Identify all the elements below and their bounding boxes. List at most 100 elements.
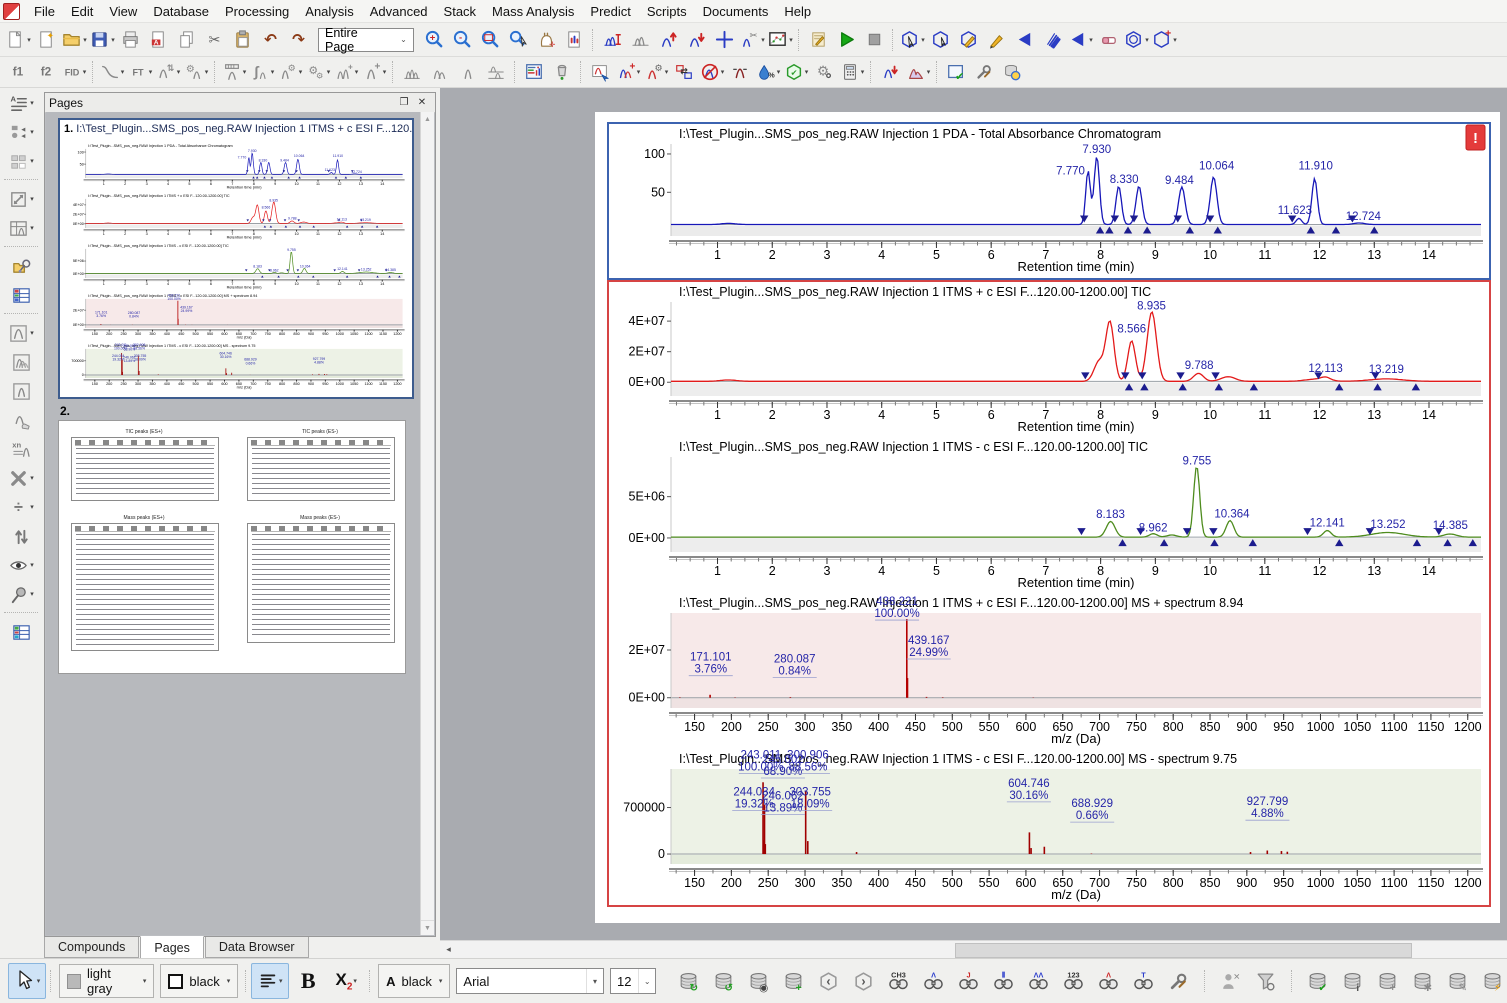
- peak-window-button[interactable]: ▾: [3, 319, 39, 347]
- divide-spectra-button[interactable]: ÷▾: [3, 493, 39, 521]
- stop-macro-button[interactable]: [860, 25, 888, 55]
- search-data-button[interactable]: [3, 252, 39, 280]
- menu-item-file[interactable]: File: [26, 1, 63, 22]
- font-color-dropdown[interactable]: A black ▾: [378, 964, 450, 998]
- search-text-button[interactable]: T: [1130, 967, 1158, 995]
- chart-ms-pos[interactable]: I:\Test_Plugin...SMS_pos_neg.RAW Injecti…: [609, 593, 1489, 748]
- open-button[interactable]: ▾: [60, 25, 88, 55]
- db-edit-button[interactable]: ✎: [1444, 967, 1472, 995]
- export-pdf-button[interactable]: A: [144, 25, 172, 55]
- report-window-button[interactable]: [520, 58, 548, 86]
- select-structure-button[interactable]: ▾: [898, 25, 926, 55]
- trace-options-button[interactable]: ⚙▾: [642, 58, 670, 86]
- view-zoom-select[interactable]: Entire Page⌄: [318, 28, 414, 52]
- overlay-plots-button[interactable]: [426, 58, 454, 86]
- search-numbers-button[interactable]: 123: [1060, 967, 1088, 995]
- font-size-select[interactable]: 12 ⌄: [610, 968, 656, 994]
- db-verify-button[interactable]: ✔: [1304, 967, 1332, 995]
- undo-button[interactable]: ↶: [256, 25, 284, 55]
- db-view-button[interactable]: ◉: [745, 967, 773, 995]
- fit-zoom-button[interactable]: ▾: [3, 185, 39, 213]
- verify-peaks-button[interactable]: [876, 58, 904, 86]
- chart-tic-pos[interactable]: I:\Test_Plugin...SMS_pos_neg.RAW Injecti…: [609, 282, 1489, 436]
- bond-tools-button[interactable]: ▾: [1066, 25, 1094, 55]
- zoom-region-button[interactable]: [476, 25, 504, 55]
- paste-button[interactable]: [228, 25, 256, 55]
- validate-window-button[interactable]: ✔: [942, 58, 970, 86]
- erase-structure-button[interactable]: [1094, 25, 1122, 55]
- search-sticks-button[interactable]: ⫴: [990, 967, 1018, 995]
- apply-template-button[interactable]: [548, 58, 576, 86]
- area-histogram-button[interactable]: ▾: [904, 58, 932, 86]
- new-from-template-button[interactable]: ✦: [32, 25, 60, 55]
- pages-scrollbar[interactable]: ▲ ▼: [420, 112, 434, 935]
- db-append-button[interactable]: +: [780, 967, 808, 995]
- single-plot-button[interactable]: [454, 58, 482, 86]
- component-search-button[interactable]: ⚙: [810, 58, 838, 86]
- db-export-button[interactable]: ↺: [710, 967, 738, 995]
- db-import-button[interactable]: ↻: [675, 967, 703, 995]
- single-peak-button[interactable]: [3, 377, 39, 405]
- cut-ranges-button[interactable]: ✂▾: [738, 25, 766, 55]
- expand-peak-button[interactable]: [654, 25, 682, 55]
- peak-width-button[interactable]: [726, 58, 754, 86]
- chart-pda[interactable]: I:\Test_Plugin...SMS_pos_neg.RAW Injecti…: [609, 124, 1489, 276]
- pan-hand-button[interactable]: ✛: [532, 25, 560, 55]
- benzene-ring-button[interactable]: ▾: [1122, 25, 1150, 55]
- search-j-button[interactable]: J: [955, 967, 983, 995]
- line-color-dropdown[interactable]: black ▾: [160, 964, 238, 998]
- f1-button[interactable]: f1: [4, 58, 32, 86]
- menu-item-scripts[interactable]: Scripts: [639, 1, 695, 22]
- document-page[interactable]: I:\Test_Plugin...SMS_pos_neg.RAW Injecti…: [595, 112, 1500, 923]
- quantitation-button[interactable]: %▾: [754, 58, 782, 86]
- user-cancel-button[interactable]: ✕: [1217, 967, 1245, 995]
- page-thumbnail-2[interactable]: TIC peaks (ES+)TIC peaks (ES-)Mass peaks…: [58, 420, 406, 674]
- scroll-left-icon[interactable]: ◂: [440, 941, 457, 958]
- multiply-spectra-button[interactable]: xn: [3, 435, 39, 463]
- select-tool-button[interactable]: ▾: [8, 963, 46, 999]
- stacked-peaks-button[interactable]: [3, 348, 39, 376]
- peak-matching-button[interactable]: +▾: [332, 58, 360, 86]
- delete-object-button[interactable]: ▾: [3, 464, 39, 492]
- select-atoms-button[interactable]: [926, 25, 954, 55]
- scroll-down-icon[interactable]: ▼: [421, 920, 434, 935]
- db-duplicate-button[interactable]: ✱: [1409, 967, 1437, 995]
- table-layout-button[interactable]: ▾: [3, 214, 39, 242]
- stack-plots-button[interactable]: [398, 58, 426, 86]
- fourier-transform-button[interactable]: FT▾: [126, 58, 154, 86]
- new-document-button[interactable]: ▾: [4, 25, 32, 55]
- search-curve-button[interactable]: Λ: [920, 967, 948, 995]
- page-preview-button[interactable]: [560, 25, 588, 55]
- visibility-button[interactable]: ▾: [3, 551, 39, 579]
- swap-view-button[interactable]: ⇄: [670, 58, 698, 86]
- compound-table-button[interactable]: [3, 618, 39, 646]
- app-icon[interactable]: [3, 3, 20, 20]
- chart-tic-neg[interactable]: I:\Test_Plugin...SMS_pos_neg.RAW Injecti…: [609, 437, 1489, 592]
- horizontal-scrollbar[interactable]: ◂: [440, 940, 1507, 958]
- scroll-up-icon[interactable]: ▲: [421, 112, 434, 126]
- crosshair-tracking-button[interactable]: [710, 25, 738, 55]
- align-objects-button[interactable]: ◄◄▾: [3, 118, 39, 146]
- reference-ruler-button[interactable]: ▾: [220, 58, 248, 86]
- db-flash-button[interactable]: ⚡: [1479, 967, 1507, 995]
- save-button[interactable]: ▾: [88, 25, 116, 55]
- scrollbar-thumb[interactable]: [955, 943, 1412, 958]
- db-new-record-button[interactable]: +: [1374, 967, 1402, 995]
- tab-data-browser[interactable]: Data Browser: [205, 937, 309, 958]
- zoom-out-button[interactable]: -: [448, 25, 476, 55]
- search-trace-button[interactable]: Λ: [1095, 967, 1123, 995]
- search-formula-button[interactable]: CH3: [885, 967, 913, 995]
- options-tools-button[interactable]: [970, 58, 998, 86]
- menu-item-analysis[interactable]: Analysis: [297, 1, 361, 22]
- align-text-button[interactable]: ▾: [251, 963, 289, 999]
- menu-item-help[interactable]: Help: [776, 1, 819, 22]
- page-thumbnail-1[interactable]: 1.I:\Test_Plugin...SMS_pos_neg.RAW Injec…: [58, 118, 414, 399]
- filter-records-button[interactable]: [1252, 967, 1280, 995]
- chart-ms-neg[interactable]: I:\Test_Plugin...SMS_pos_neg.RAW Injecti…: [609, 749, 1489, 904]
- search-peaks-button[interactable]: ΛΛ: [1025, 967, 1053, 995]
- db-info-button[interactable]: i: [1339, 967, 1367, 995]
- menu-item-documents[interactable]: Documents: [695, 1, 777, 22]
- menu-item-predict[interactable]: Predict: [582, 1, 638, 22]
- redo-button[interactable]: ↷: [284, 25, 312, 55]
- db-options-button[interactable]: [998, 58, 1026, 86]
